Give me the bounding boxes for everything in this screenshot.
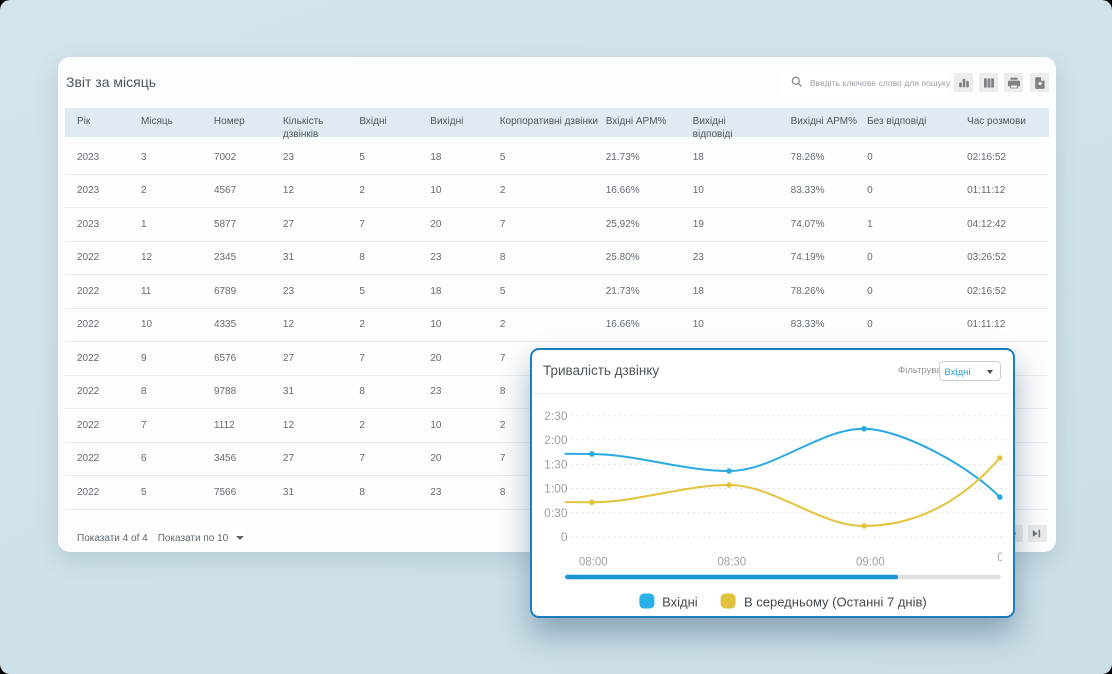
svg-text:2:00: 2:00 xyxy=(544,433,568,447)
svg-text:В середньому (Останні 7 днів): В середньому (Останні 7 днів) xyxy=(744,594,927,609)
svg-text:1:00: 1:00 xyxy=(544,482,568,496)
svg-text:09:00: 09:00 xyxy=(856,557,885,569)
svg-text:Вхідні: Вхідні xyxy=(662,594,698,609)
svg-text:08:30: 08:30 xyxy=(717,557,746,569)
svg-text:2:30: 2:30 xyxy=(544,409,568,423)
svg-text:0:30: 0:30 xyxy=(544,506,568,520)
svg-text:0: 0 xyxy=(997,552,1003,564)
svg-text:1:30: 1:30 xyxy=(544,458,568,472)
svg-text:08:00: 08:00 xyxy=(579,557,608,569)
svg-text:0: 0 xyxy=(561,530,568,544)
